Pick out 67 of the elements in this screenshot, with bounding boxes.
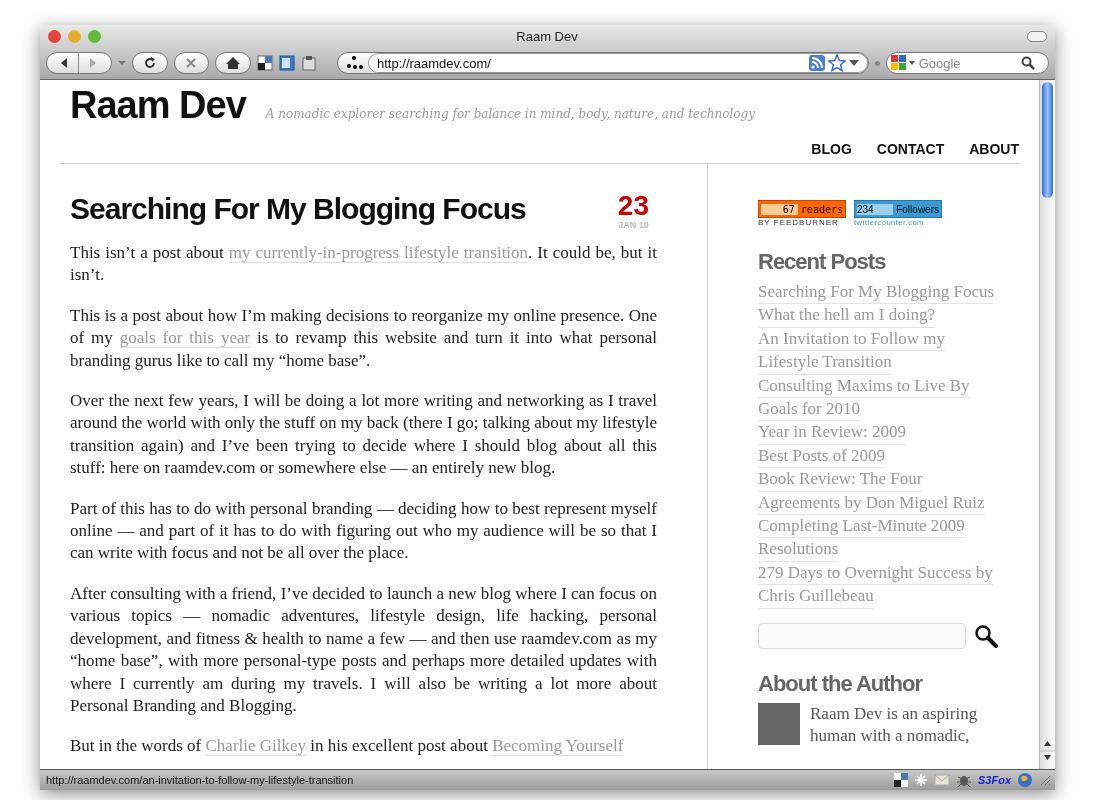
close-button[interactable] — [48, 29, 61, 43]
recent-post-link[interactable]: Book Review: The Four — [758, 468, 923, 492]
text-link[interactable]: Becoming Yourself — [492, 736, 624, 757]
feedburner-byline: BY FEEDBURNER — [758, 218, 840, 227]
section-heading: About the Author — [758, 670, 924, 697]
separator-icon — [874, 60, 880, 66]
recent-post-link[interactable]: Consulting Maxims to Live By — [758, 374, 970, 399]
rss-icon[interactable] — [808, 55, 825, 71]
bookmark-icon[interactable] — [257, 55, 274, 71]
recent-post-link[interactable]: Searching For My Blogging Focus — [758, 281, 995, 305]
nav-link[interactable]: CONTACT — [876, 141, 945, 157]
recent-post-link[interactable]: Completing Last-Minute 2009 — [758, 515, 965, 539]
post-day: 23 — [617, 192, 649, 220]
globe-icon[interactable] — [1017, 772, 1033, 788]
nav-link[interactable]: BLOG — [811, 141, 852, 157]
search-bar[interactable]: Google — [885, 52, 1049, 74]
dropdown-icon[interactable] — [848, 59, 859, 67]
home-button[interactable] — [215, 52, 252, 74]
feedburner-counter[interactable]: 67 readers — [758, 200, 846, 218]
recent-post-link[interactable]: Chris Guillebeau — [758, 585, 874, 609]
site-title[interactable]: Raam Dev — [70, 84, 246, 127]
home-icon[interactable] — [225, 55, 242, 71]
recent-post-link[interactable]: Year in Review: 2009 — [758, 421, 906, 445]
window-title: Raam Dev — [515, 28, 579, 44]
section-heading: Recent Posts — [758, 249, 887, 275]
stop-button[interactable] — [173, 52, 210, 74]
paragraph: After consulting with a friend, I’ve decided to launch a new blog where I can focus on various topics — nomadic adventures, lifestyle design, life hacking, personal development, and fitness & health to name a few — and then use raamdev.com as my “home base”, with more personal-type posts and perhaps more detailed updates with where I currently am during my travels. I will also be writing a lot more about Personal Branding and Blogging. — [70, 582, 657, 717]
paragraph: This is a post about how I’m making decisions to reorganize my online presence. One of my goals for this year is to revamp this website and turn it into what personal branding gurus like to call my “home base”. — [70, 304, 657, 372]
author-bio: Raam Dev is an aspiring human with a nomadic, — [810, 702, 979, 748]
scroll-thumb[interactable] — [1042, 82, 1053, 198]
search-field[interactable] — [758, 622, 966, 649]
star-icon[interactable] — [827, 54, 846, 72]
post-title[interactable]: Searching For My Blogging Focus — [70, 192, 526, 226]
paragraph: This isn’t a post about my currently-in-progress lifestyle transition. It could be, but it isn’t. — [70, 242, 657, 287]
nav-link[interactable]: ABOUT — [969, 141, 1019, 157]
clipboard-icon[interactable] — [301, 55, 317, 71]
search-icon[interactable] — [1020, 56, 1035, 70]
scrollbar[interactable] — [1039, 80, 1055, 769]
paragraph: Part of this has to do with personal branding — deciding how to best represent myself online — and part of it has to do with figuring out who my audience will be so that I can write with focus and not be all over the place. — [70, 497, 657, 565]
photo-placeholder — [758, 702, 800, 745]
paragraph: But in the words of Charlie Gilkey in his excellent post about Becoming Yourself — [70, 735, 625, 758]
reload-button[interactable] — [131, 52, 168, 74]
text-link[interactable]: goals for this year — [119, 328, 251, 349]
recent-post-link[interactable]: Best Posts of 2009 — [758, 444, 886, 469]
site-tagline: A nomadic explorer searching for balance in mind, body, nature, and technology — [265, 107, 756, 121]
recent-post-link[interactable]: Lifestyle Transition — [758, 351, 892, 375]
status-url: http://raamdev.com/an-invitation-to-follow-my-lifestyle-transition — [46, 774, 354, 786]
recent-post-link[interactable]: 279 Days to Overnight Success by — [758, 561, 993, 586]
resize-grip-icon[interactable] — [1039, 774, 1051, 786]
recent-post-link[interactable]: Goals for 2010 — [758, 398, 860, 422]
paragraph: Over the next few years, I will be doing a lot more writing and networking as I travel around the world with only the stuff on my back (there I go; talking about my lifestyle transition again) and I’ve been trying to decide where I should blog about all this stuff: here on raamdev.com or somewhere else — an entirely new blog. — [70, 390, 657, 480]
back-forward-button[interactable] — [46, 52, 112, 74]
addon-label[interactable]: S3Fox — [978, 774, 1011, 786]
toolbar-toggle-button[interactable] — [1027, 30, 1047, 42]
recent-post-link[interactable]: An Invitation to Follow my — [758, 327, 945, 352]
bookmark-icon[interactable] — [894, 773, 908, 787]
search-engine-icon[interactable] — [888, 54, 917, 72]
follower-counter[interactable]: 234 Followers — [854, 200, 942, 218]
text-link[interactable]: Charlie Gilkey — [205, 736, 307, 757]
recent-post-link[interactable]: Resolutions — [758, 538, 839, 562]
snowflake-icon[interactable] — [914, 773, 928, 787]
recent-post-link[interactable]: Agreements by Don Miguel Ruiz — [758, 491, 985, 516]
search-input[interactable]: Google — [916, 54, 1021, 72]
search-icon[interactable] — [974, 623, 998, 648]
post-month: JAN 10 — [618, 220, 649, 230]
address-field[interactable]: http://raamdev.com/ — [368, 53, 868, 73]
recent-post-link[interactable]: What the hell am I doing? — [758, 304, 936, 328]
